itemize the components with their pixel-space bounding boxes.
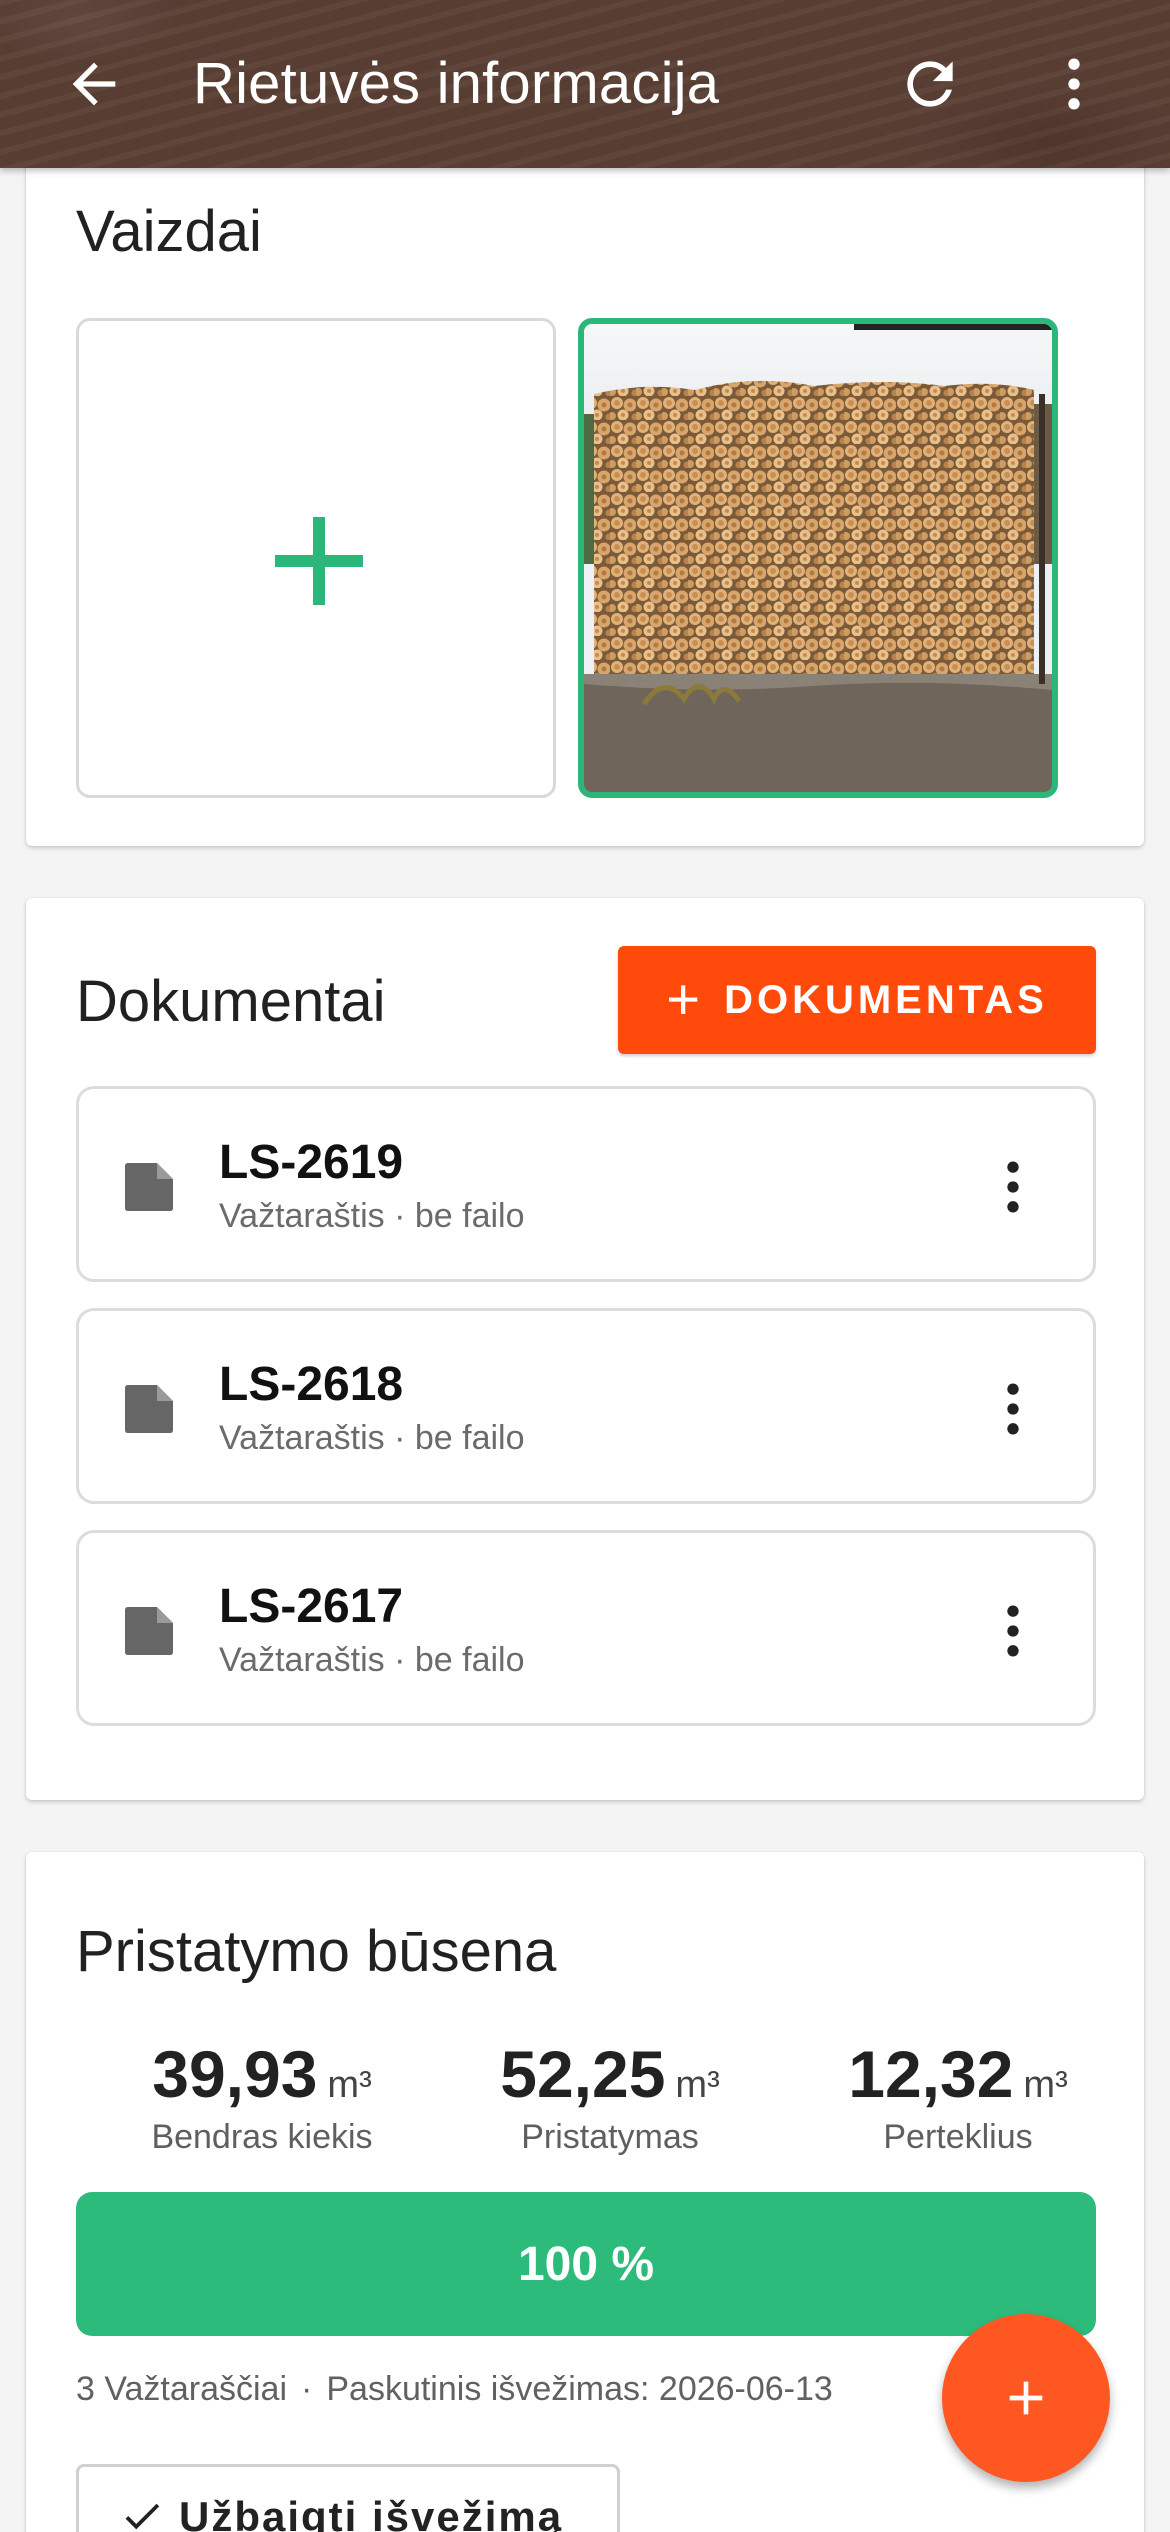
waybill-count: 3 Važtaraščiai [76,2370,288,2408]
finish-shipment-button[interactable]: Užbaigti išvežimą [76,2464,620,2532]
add-document-button[interactable]: + DOKUMENTAS [618,946,1096,1054]
more-vert-icon[interactable] [979,1375,1047,1443]
stat-unit: m³ [1023,2064,1068,2106]
more-vert-icon[interactable] [979,1153,1047,1221]
log-stack-image [584,324,1052,792]
delivery-progress-bar: 100 % [76,2192,1096,2336]
app-bar: Rietuvės informacija [0,0,1170,168]
more-vert-icon[interactable] [979,1597,1047,1665]
meta-separator: · [301,2370,313,2408]
file-icon [125,1607,173,1655]
more-vert-icon[interactable] [1040,50,1108,118]
stat-total: 39,93 m³ Bendras kiekis [92,2036,432,2157]
stat-label: Pristatymas [521,2118,699,2156]
add-image-tile[interactable] [76,318,556,798]
page-title: Rietuvės informacija [193,51,720,116]
delivery-meta: 3 Važtaraščiai · Paskutinis išvežimas: 202… [76,2370,833,2409]
stat-value: 52,25 [500,2037,666,2111]
log-stack-photo[interactable] [578,318,1058,798]
document-subtitle: Važtaraštis · be failo [219,1197,525,1235]
document-subtitle: Važtaraštis · be failo [219,1419,525,1457]
documents-card: Dokumentai + DOKUMENTAS LS-2619 Važtaraš… [26,898,1144,1800]
stat-surplus: 12,32 m³ Perteklius [788,2036,1128,2157]
refresh-icon[interactable] [896,50,964,118]
images-card: Vaizdai [26,120,1144,846]
document-id: LS-2617 [219,1580,404,1633]
add-fab-button[interactable] [942,2314,1110,2482]
document-item[interactable]: LS-2619 Važtaraštis · be failo [76,1086,1096,1282]
plus-icon [1009,2381,1043,2415]
document-subtitle: Važtaraštis · be failo [219,1641,525,1679]
stat-delivery: 52,25 m³ Pristatymas [440,2036,780,2157]
add-document-label: DOKUMENTAS [724,977,1048,1022]
status-section-title: Pristatymo būsena [76,1919,557,1984]
stat-label: Perteklius [883,2118,1033,2156]
plus-icon: + [666,967,701,1032]
plus-icon [275,517,363,605]
stat-value: 39,93 [152,2037,318,2111]
document-id: LS-2618 [219,1358,404,1411]
file-icon [125,1163,173,1211]
stat-unit: m³ [327,2064,372,2106]
last-shipment: Paskutinis išvežimas: 2026-06-13 [326,2370,833,2408]
images-section-title: Vaizdai [76,199,262,264]
progress-label: 100 % [517,2237,655,2291]
documents-section-title: Dokumentai [76,969,386,1034]
arrow-back-icon[interactable] [62,52,126,116]
file-icon [125,1385,173,1433]
check-icon [125,2503,160,2530]
finish-shipment-label: Užbaigti išvežimą [179,2493,564,2532]
stat-unit: m³ [675,2064,720,2106]
stat-value: 12,32 [848,2037,1014,2111]
document-item[interactable]: LS-2617 Važtaraštis · be failo [76,1530,1096,1726]
document-item[interactable]: LS-2618 Važtaraštis · be failo [76,1308,1096,1504]
stat-label: Bendras kiekis [151,2118,373,2156]
document-id: LS-2619 [219,1136,404,1189]
